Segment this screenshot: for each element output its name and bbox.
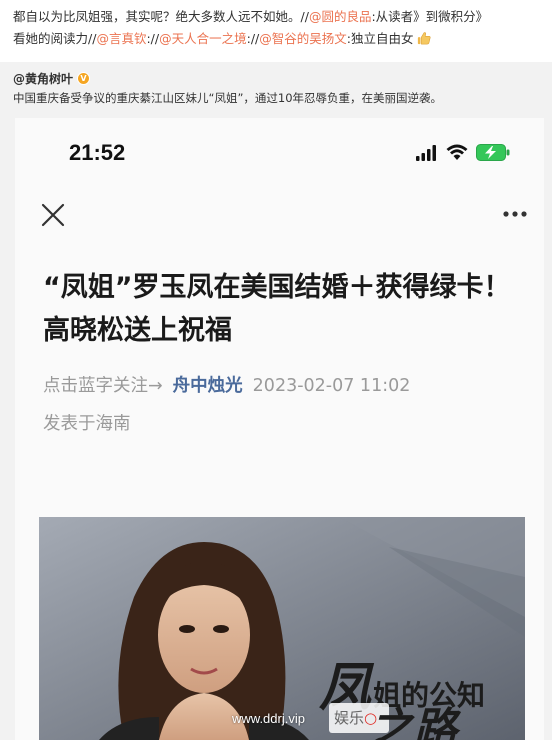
mention-link[interactable]: @圆的良品 [309,9,372,24]
more-icon[interactable] [502,210,528,218]
mention-link[interactable]: @天人合一之境 [159,31,247,46]
post-image[interactable]: 21:52 “凤姐”罗玉凤在美国结婚＋获得绿卡！高晓松送上祝福 点击蓝字关注→ … [15,118,544,740]
repost-text-segment: 都自以为比凤姐强，其实呢？绝大多数人远不如她。// [13,9,309,24]
hero-image[interactable]: 凤姐的公知 娱乐○ 之路 [39,517,525,740]
repost-line-1: 都自以为比凤姐强，其实呢？绝大多数人远不如她。//@圆的良品:从读者》到微积分》 [13,6,543,28]
account-name[interactable]: 舟中烛光 [173,376,243,396]
original-text: 中国重庆备受争议的重庆綦江山区妹儿“凤姐”，通过10年忍辱负重，在美丽国逆袭。 [13,91,443,105]
mention-link[interactable]: @智谷的吴扬文 [259,31,347,46]
verified-badge-icon: V [77,72,91,85]
repost-text-segment: :独立自由女 [346,31,414,46]
thumbs-up-icon [418,32,431,45]
repost-text: 都自以为比凤姐强，其实呢？绝大多数人远不如她。//@圆的良品:从读者》到微积分》… [13,6,543,50]
original-author[interactable]: @黄角树叶 V [13,70,91,87]
publish-location: 发表于海南 [43,414,131,434]
article-meta: 点击蓝字关注→ 舟中烛光 2023-02-07 11:02 [43,372,410,397]
repost-text-segment: :// [246,31,260,46]
close-icon[interactable] [40,202,66,228]
publish-datetime: 2023-02-07 11:02 [252,376,411,396]
watermark: www.ddrj.vip [232,711,305,726]
hero-subheadline: 之路 [369,704,457,740]
repost-line-2: 看她的阅读力//@言真钦://@天人合一之境://@智谷的吴扬文:独立自由女 [13,28,543,50]
battery-charging-icon [476,144,510,161]
article-title: “凤姐”罗玉凤在美国结婚＋获得绿卡！高晓松送上祝福 [43,272,511,346]
author-name[interactable]: @黄角树叶 [13,70,73,87]
status-time: 21:52 [69,140,126,165]
wifi-icon [446,144,468,160]
status-icons [416,144,510,161]
signal-icon [416,144,436,161]
repost-text-segment: :从读者》到微积分》 [371,9,489,24]
repost-text-segment: :// [146,31,160,46]
original-post: @黄角树叶 V 中国重庆备受争议的重庆綦江山区妹儿“凤姐”，通过10年忍辱负重，… [0,62,552,740]
follow-hint[interactable]: 点击蓝字关注→ [43,376,163,396]
repost-text-segment: 看她的阅读力// [13,31,97,46]
mention-link[interactable]: @言真钦 [96,31,146,46]
